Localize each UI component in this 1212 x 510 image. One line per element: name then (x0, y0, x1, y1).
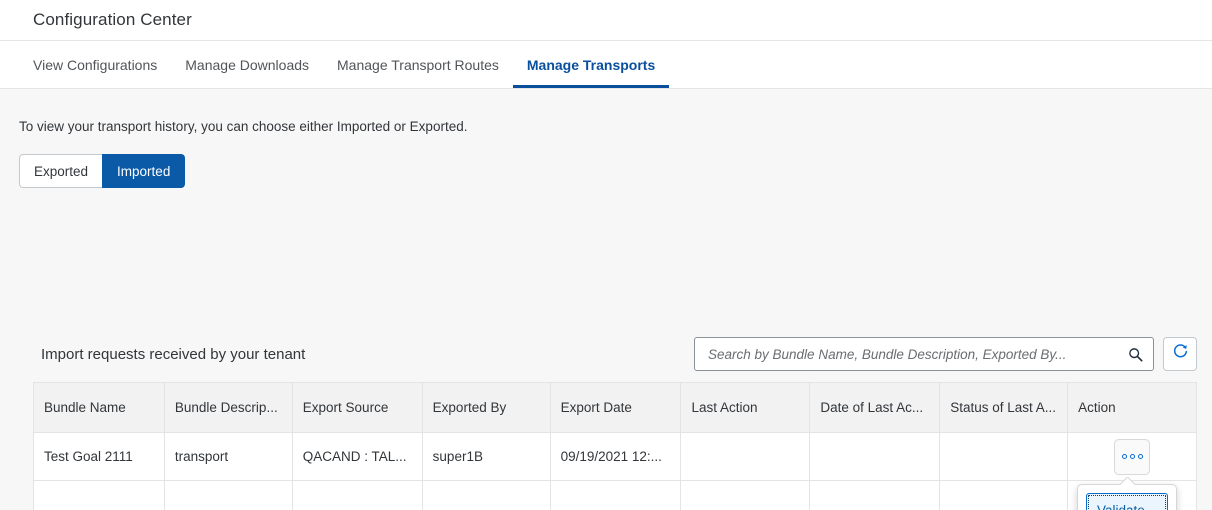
popover-item-label: Validate (1097, 502, 1145, 510)
page-content: To view your transport history, you can … (0, 89, 1212, 510)
cell-export-date (551, 481, 682, 510)
table-toolbar: Import requests received by your tenant (0, 326, 1212, 382)
column-header-action[interactable]: Action (1068, 383, 1198, 432)
cell-action (1068, 433, 1198, 480)
cell-bundle-description: transport (165, 433, 293, 480)
overflow-menu-icon[interactable] (1114, 438, 1151, 475)
cell-last-action (681, 481, 811, 510)
cell-export-source: QACAND : TAL... (293, 433, 423, 480)
tab-manage-downloads[interactable]: Manage Downloads (171, 41, 323, 88)
tab-view-configurations[interactable]: View Configurations (19, 41, 171, 88)
column-header-export-source[interactable]: Export Source (293, 383, 423, 432)
transport-direction-segmented-control: Exported Imported (19, 154, 186, 188)
cell-status-of-last-action (940, 433, 1069, 480)
app-header: Configuration Center (0, 0, 1212, 41)
tab-label: View Configurations (33, 56, 158, 73)
refresh-button[interactable] (1163, 337, 1197, 371)
imported-button-label: Imported (117, 163, 171, 179)
tab-label: Manage Downloads (185, 56, 310, 73)
cell-status-of-last-action (940, 481, 1069, 510)
search-input[interactable] (706, 345, 1125, 363)
table-title: Import requests received by your tenant (41, 345, 306, 363)
cell-bundle-description (165, 481, 293, 510)
dot-icon (1129, 454, 1135, 459)
toolbar-actions (694, 337, 1197, 371)
column-header-last-action[interactable]: Last Action (681, 383, 811, 432)
cell-bundle-name (34, 481, 165, 510)
cell-exported-by (423, 481, 551, 510)
column-header-status-of-last-action[interactable]: Status of Last A... (940, 383, 1069, 432)
popover-item-validate[interactable]: Validate (1086, 493, 1168, 510)
tab-label: Manage Transports (526, 56, 656, 73)
cell-date-of-last-action (810, 433, 941, 480)
transports-table-area: Import requests received by your tenant (0, 326, 1212, 510)
cell-bundle-name: Test Goal 2111 (34, 433, 165, 480)
exported-button[interactable]: Exported (19, 154, 103, 188)
popover-arrow-icon (1119, 477, 1135, 485)
column-header-date-of-last-action[interactable]: Date of Last Ac... (810, 383, 941, 432)
intro-text: To view your transport history, you can … (19, 119, 468, 134)
cell-exported-by: super1B (423, 433, 551, 480)
search-icon[interactable] (1125, 344, 1145, 364)
action-popover: Validate (1077, 484, 1177, 510)
exported-button-label: Exported (34, 163, 89, 179)
dot-icon (1137, 454, 1143, 459)
cell-date-of-last-action (810, 481, 941, 510)
tab-manage-transports[interactable]: Manage Transports (512, 41, 670, 88)
tab-label: Manage Transport Routes (337, 56, 499, 73)
imported-button[interactable]: Imported (102, 154, 186, 188)
page-title: Configuration Center (33, 10, 192, 29)
tab-bar: View Configurations Manage Downloads Man… (0, 41, 1212, 89)
cell-export-date: 09/19/2021 12:... (551, 433, 682, 480)
tab-manage-transport-routes[interactable]: Manage Transport Routes (323, 41, 513, 88)
column-header-bundle-name[interactable]: Bundle Name (34, 383, 165, 432)
cell-last-action (681, 433, 811, 480)
transports-table: Bundle Name Bundle Descrip... Export Sou… (33, 382, 1198, 510)
table-row[interactable]: Test Goal 2111 transport QACAND : TAL...… (34, 433, 1198, 481)
table-row[interactable] (34, 481, 1198, 510)
refresh-icon (1172, 343, 1189, 365)
column-header-bundle-description[interactable]: Bundle Descrip... (165, 383, 293, 432)
column-header-exported-by[interactable]: Exported By (423, 383, 551, 432)
column-header-export-date[interactable]: Export Date (551, 383, 682, 432)
table-header-row: Bundle Name Bundle Descrip... Export Sou… (34, 383, 1198, 433)
cell-export-source (293, 481, 423, 510)
search-field[interactable] (694, 337, 1154, 371)
dot-icon (1121, 454, 1127, 459)
